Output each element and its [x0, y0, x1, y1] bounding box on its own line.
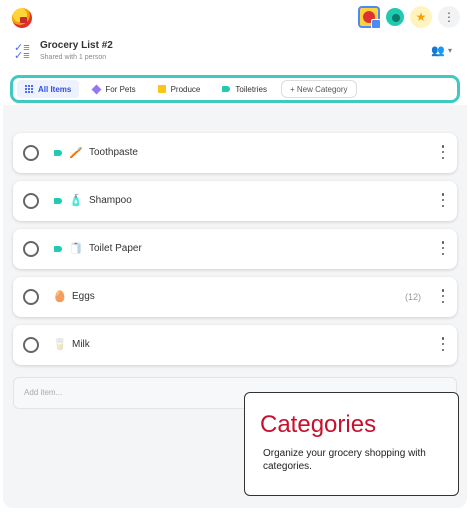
- category-chip-toiletries[interactable]: Toiletries: [214, 80, 275, 98]
- category-label: Toiletries: [235, 84, 267, 94]
- more-vertical-icon[interactable]: [441, 241, 445, 255]
- share-button[interactable]: 👥 ▾: [431, 44, 452, 57]
- item-emoji: 🥛: [53, 339, 67, 351]
- new-category-button[interactable]: + New Category: [280, 80, 357, 98]
- people-icon: 👥: [431, 45, 445, 57]
- categories-callout: Categories Organize your grocery shoppin…: [244, 392, 459, 496]
- category-label: Produce: [170, 84, 201, 94]
- item-emoji: 🥚: [53, 291, 67, 303]
- chevron-down-icon: ▾: [447, 46, 452, 55]
- user-avatar-icon[interactable]: [358, 6, 381, 29]
- list-title[interactable]: Grocery List #2: [40, 40, 113, 51]
- top-right-actions: ★ ⋮: [358, 6, 460, 29]
- grid-icon: [25, 85, 33, 93]
- square-icon: [157, 85, 166, 93]
- checkbox[interactable]: [23, 145, 39, 161]
- checklist-icon: ✓≡ ✓≡: [14, 42, 30, 62]
- category-label: For Pets: [105, 84, 136, 94]
- list-item[interactable]: 🥚 Eggs (12): [13, 277, 457, 317]
- list-item[interactable]: 🧴 Shampoo: [13, 181, 457, 221]
- item-name: Milk: [72, 339, 90, 350]
- category-chip-produce[interactable]: Produce: [150, 80, 209, 98]
- category-chip-all-items[interactable]: All Items: [17, 80, 80, 98]
- checkbox[interactable]: [23, 337, 39, 353]
- item-name: Shampoo: [89, 195, 132, 206]
- diamond-icon: [91, 84, 102, 94]
- top-bar: ★ ⋮: [0, 0, 470, 36]
- item-emoji: 🧻: [69, 243, 83, 255]
- callout-description: Organize your grocery shopping with cate…: [263, 448, 426, 472]
- item-name: Eggs: [72, 291, 95, 302]
- checkbox[interactable]: [23, 193, 39, 209]
- checkbox[interactable]: [23, 289, 39, 305]
- checkbox[interactable]: [23, 241, 39, 257]
- tag-icon: [222, 86, 231, 92]
- item-emoji: 🪥: [69, 147, 83, 159]
- tag-icon: [54, 150, 62, 156]
- tag-icon: [54, 198, 62, 204]
- item-name: Toothpaste: [89, 147, 138, 158]
- category-chip-for-pets[interactable]: For Pets: [85, 80, 143, 98]
- list-item[interactable]: 🪥 Toothpaste: [13, 133, 457, 173]
- collaborator-avatar-icon[interactable]: [386, 8, 404, 26]
- item-emoji: 🧴: [69, 195, 83, 207]
- item-name: Toilet Paper: [89, 243, 142, 254]
- list-subtitle: Shared with 1 person: [40, 54, 107, 61]
- list-item[interactable]: 🥛 Milk: [13, 325, 457, 365]
- more-vertical-icon[interactable]: [441, 289, 445, 303]
- more-vertical-icon[interactable]: [441, 193, 445, 207]
- callout-title: Categories: [260, 411, 377, 438]
- more-vertical-icon[interactable]: ⋮: [438, 6, 460, 28]
- more-vertical-icon[interactable]: [441, 145, 445, 159]
- category-bar: All Items For Pets Produce Toiletries + …: [10, 75, 460, 103]
- category-label: All Items: [38, 84, 72, 94]
- list-item[interactable]: 🧻 Toilet Paper: [13, 229, 457, 269]
- item-quantity: (12): [404, 292, 421, 302]
- more-vertical-icon[interactable]: [441, 337, 445, 351]
- star-icon[interactable]: ★: [410, 6, 432, 28]
- list-header: ✓≡ ✓≡ Grocery List #2 Shared with 1 perso…: [0, 36, 470, 70]
- tag-icon: [54, 246, 62, 252]
- app-logo-icon[interactable]: [12, 8, 32, 28]
